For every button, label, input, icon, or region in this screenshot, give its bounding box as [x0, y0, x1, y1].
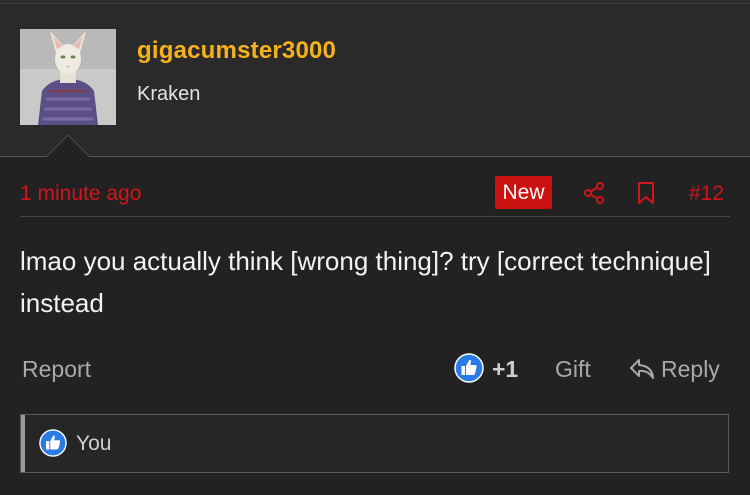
header-divider — [0, 156, 750, 157]
user-title: Kraken — [137, 83, 201, 105]
reply-arrow-icon[interactable] — [628, 357, 656, 381]
bookmark-icon[interactable] — [637, 181, 655, 205]
gift-button[interactable]: Gift — [555, 356, 591, 383]
avatar-image — [20, 29, 116, 125]
thumbs-up-icon — [39, 429, 67, 457]
thumbs-up-icon[interactable] — [454, 353, 484, 383]
reactions-label: You — [76, 432, 112, 455]
new-badge: New — [495, 176, 552, 209]
avatar[interactable] — [20, 29, 116, 125]
share-icon[interactable] — [583, 182, 605, 204]
like-count[interactable]: +1 — [492, 356, 518, 383]
reactions-summary[interactable]: You — [20, 414, 729, 473]
username[interactable]: gigacumster3000 — [137, 37, 336, 65]
reply-button[interactable]: Reply — [661, 356, 720, 383]
reactions-accent-bar — [21, 415, 25, 472]
post-body: lmao you actually think [wrong thing]? t… — [20, 246, 711, 318]
meta-divider — [20, 216, 730, 217]
post-meta-row: 1 minute ago New #12 — [0, 172, 750, 214]
post-timestamp[interactable]: 1 minute ago — [20, 182, 141, 206]
post-number-link[interactable]: #12 — [689, 182, 724, 206]
post-header: gigacumster3000 Kraken — [0, 4, 750, 157]
report-button[interactable]: Report — [22, 356, 91, 383]
